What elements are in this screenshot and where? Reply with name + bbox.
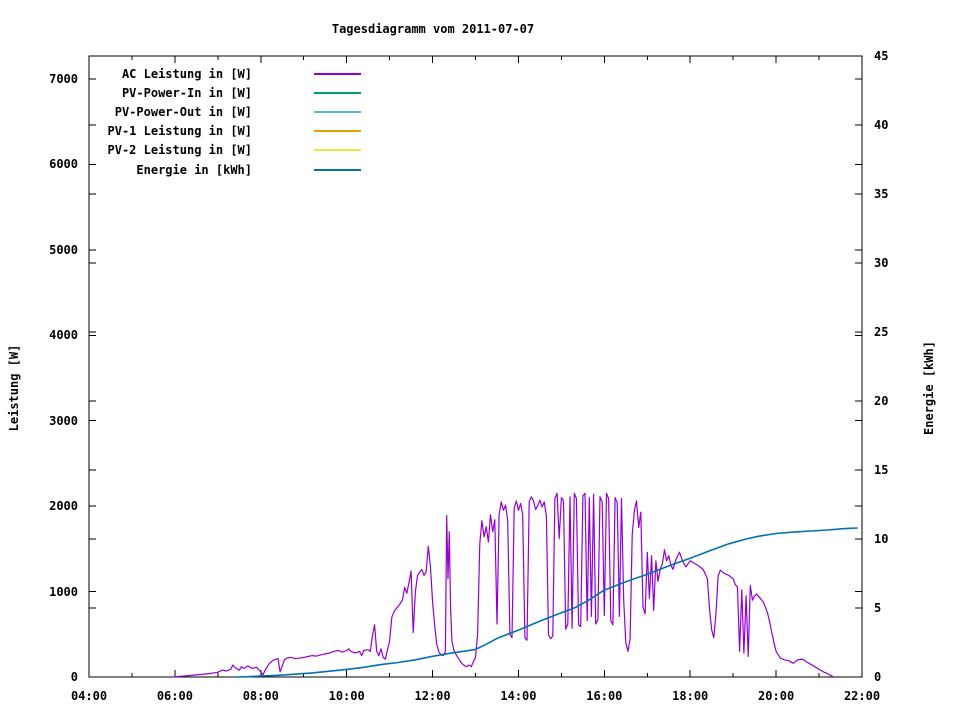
y-tick-label: 4000 bbox=[49, 328, 78, 343]
y2-tick-label: 10 bbox=[874, 532, 889, 546]
legend-line-sample bbox=[314, 91, 361, 94]
y2-tick-label: 45 bbox=[874, 49, 889, 63]
legend-row-2: PV-Power-Out in [W] bbox=[52, 102, 361, 121]
y2-tick-label: 40 bbox=[874, 118, 889, 132]
series-line-5 bbox=[234, 527, 858, 678]
legend-line-sample bbox=[314, 168, 361, 171]
y2-tick-label: 20 bbox=[874, 394, 889, 408]
y-tick-label: 0 bbox=[70, 670, 78, 684]
x-tick-label: 10:00 bbox=[328, 689, 365, 703]
y-tick-label: 2000 bbox=[49, 499, 78, 514]
legend: AC Leistung in [W] PV-Power-In in [W] PV-P… bbox=[52, 64, 361, 179]
series-line-0 bbox=[172, 492, 835, 678]
legend-line-sample bbox=[314, 110, 361, 113]
x-tick-label: 18:00 bbox=[672, 689, 709, 703]
legend-line-sample bbox=[314, 149, 361, 152]
y-tick-label: 1000 bbox=[49, 584, 78, 599]
legend-label: Energie in [kWh] bbox=[136, 162, 252, 177]
legend-row-5: Energie in [kWh] bbox=[52, 160, 361, 179]
x-tick-label: 22:00 bbox=[843, 689, 881, 703]
y2-tick-label: 15 bbox=[874, 463, 889, 477]
legend-label: PV-1 Leistung in [W] bbox=[107, 124, 253, 139]
x-tick-label: 14:00 bbox=[500, 689, 537, 703]
chart-canvas: Tagesdiagramm vom 2011-07-07 Leistung [W… bbox=[0, 0, 960, 720]
x-tick-label: 20:00 bbox=[758, 689, 795, 703]
legend-row-0: AC Leistung in [W] bbox=[52, 64, 361, 83]
y2-tick-label: 25 bbox=[874, 325, 889, 339]
y-tick-label: 7000 bbox=[49, 72, 78, 87]
legend-label: PV-2 Leistung in [W] bbox=[107, 143, 253, 158]
y-tick-label: 6000 bbox=[49, 157, 78, 172]
y2-tick-label: 30 bbox=[874, 256, 889, 270]
y2-tick-label: 35 bbox=[874, 187, 889, 201]
legend-label: AC Leistung in [W] bbox=[121, 66, 252, 81]
x-tick-label: 04:00 bbox=[70, 689, 108, 703]
y-tick-label: 5000 bbox=[49, 242, 78, 257]
y2-tick-label: 5 bbox=[874, 601, 882, 615]
legend-label: PV-Power-Out in [W] bbox=[114, 104, 252, 119]
x-tick-label: 12:00 bbox=[414, 689, 451, 703]
y-tick-label: 3000 bbox=[49, 413, 78, 428]
legend-row-4: PV-2 Leistung in [W] bbox=[52, 141, 361, 160]
legend-label: PV-Power-In in [W] bbox=[121, 85, 252, 100]
legend-line-sample bbox=[314, 130, 361, 133]
y2-tick-label: 0 bbox=[874, 670, 882, 684]
legend-line-sample bbox=[314, 72, 361, 75]
legend-row-1: PV-Power-In in [W] bbox=[52, 83, 361, 102]
x-tick-label: 08:00 bbox=[242, 689, 279, 703]
legend-row-3: PV-1 Leistung in [W] bbox=[52, 122, 361, 141]
x-tick-label: 06:00 bbox=[156, 689, 193, 703]
x-tick-label: 16:00 bbox=[586, 689, 623, 703]
